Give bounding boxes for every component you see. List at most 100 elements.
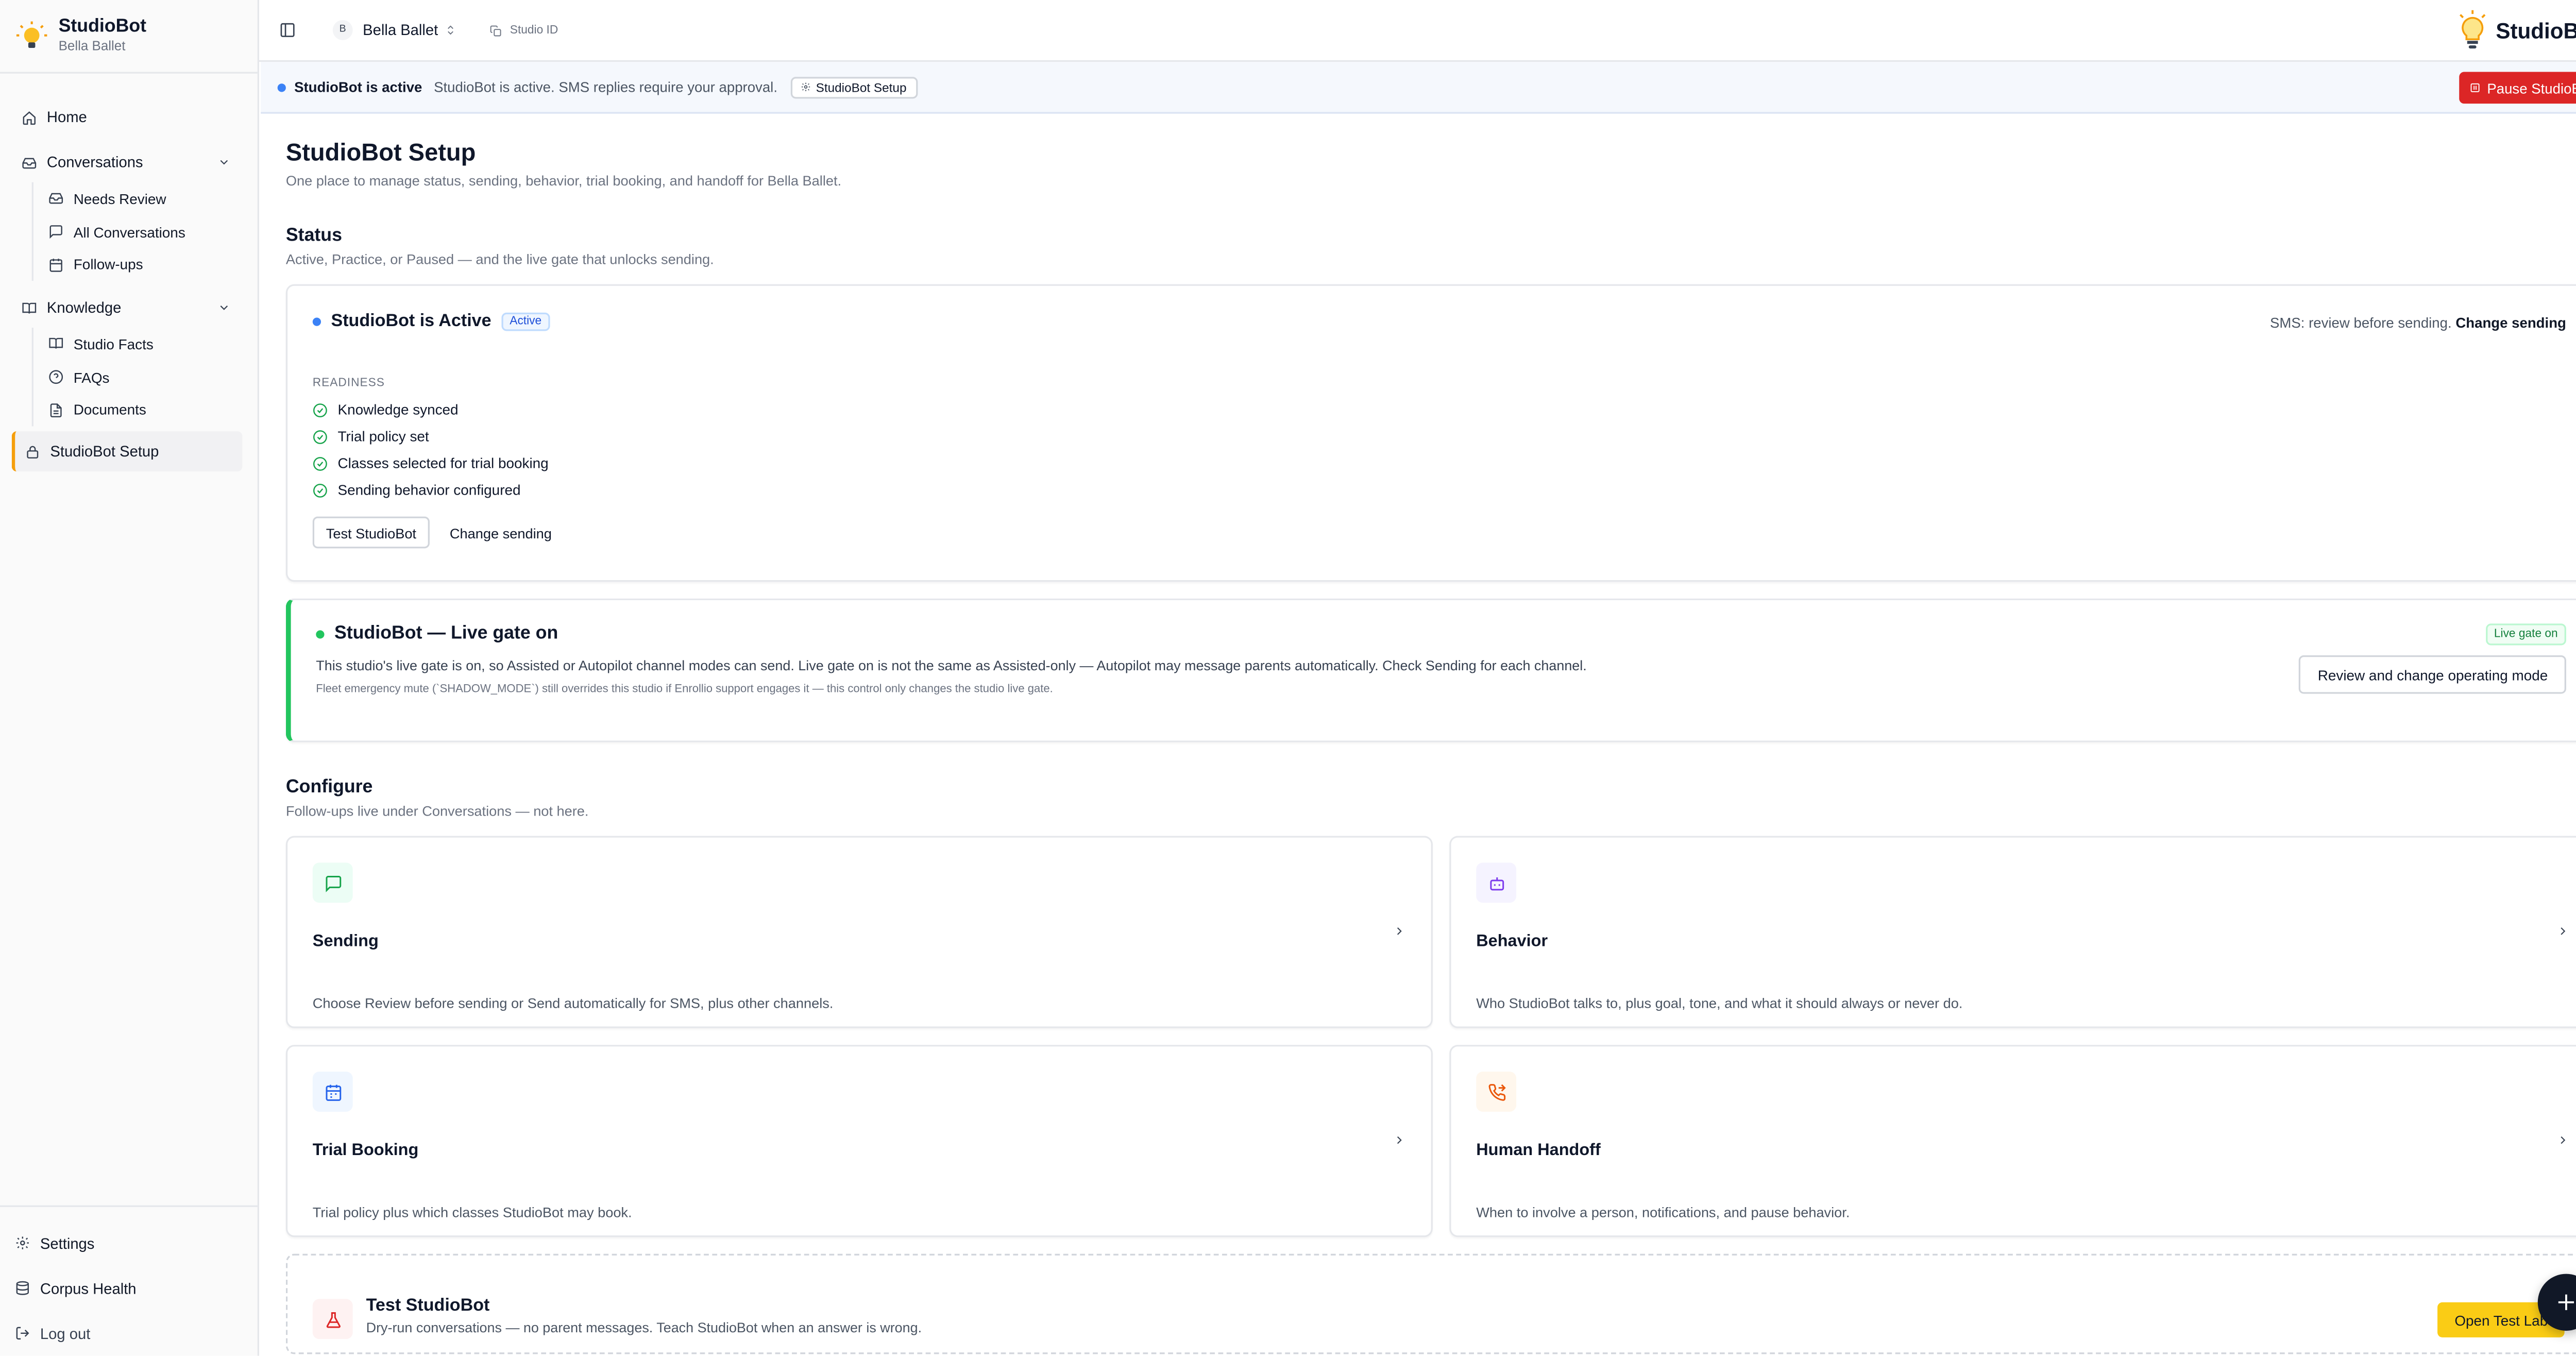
sidebar-toggle-icon[interactable] bbox=[279, 22, 296, 38]
pause-icon bbox=[2470, 83, 2479, 92]
chevron-right-icon bbox=[2561, 927, 2566, 935]
gear-icon bbox=[16, 1236, 29, 1249]
live-gate-card: StudioBot — Live gate on This studio's l… bbox=[285, 598, 2576, 742]
sidebar-item-faqs[interactable]: FAQs bbox=[48, 361, 258, 394]
review-operating-mode-button[interactable]: Review and change operating mode bbox=[2299, 655, 2566, 694]
live-gate-note: Fleet emergency mute (`SHADOW_MODE`) sti… bbox=[316, 684, 1053, 696]
sidebar-item-label: FAQs bbox=[73, 368, 110, 386]
page-subtitle: One place to manage status, sending, beh… bbox=[285, 172, 842, 189]
config-card-desc: Who StudioBot talks to, plus goal, tone,… bbox=[1476, 994, 1963, 1012]
test-icon-wrap bbox=[312, 1299, 353, 1340]
sidebar-item-all-conversations[interactable]: All Conversations bbox=[48, 215, 258, 248]
file-text-icon bbox=[50, 403, 62, 417]
banner-setup-link[interactable]: StudioBot Setup bbox=[790, 76, 919, 98]
sidebar-item-corpus-health[interactable]: Corpus Health bbox=[0, 1265, 259, 1311]
config-card-sending[interactable]: Sending Choose Review before sending or … bbox=[285, 836, 1433, 1028]
home-icon bbox=[23, 110, 36, 124]
banner-status: StudioBot is active bbox=[294, 78, 422, 95]
studio-id-button[interactable]: Studio ID bbox=[490, 24, 558, 36]
pause-button-label: Pause StudioBot bbox=[2487, 79, 2576, 96]
configure-subheading: Follow-ups live under Conversations — no… bbox=[285, 802, 589, 820]
sidebar-item-studiobot-setup[interactable]: StudioBot Setup bbox=[11, 431, 243, 472]
plus-icon bbox=[2558, 1294, 2574, 1310]
config-card-behavior[interactable]: Behavior Who StudioBot talks to, plus go… bbox=[1449, 836, 2576, 1028]
chevron-right-icon bbox=[2561, 1136, 2566, 1144]
config-card-trial-booking[interactable]: Trial Booking Trial policy plus which cl… bbox=[285, 1045, 1433, 1238]
chevron-right-icon bbox=[1397, 1136, 1402, 1144]
config-card-desc: When to involve a person, notifications,… bbox=[1476, 1204, 1850, 1221]
change-sending-button[interactable]: Change sending bbox=[450, 524, 552, 540]
sidebar-item-settings[interactable]: Settings bbox=[0, 1221, 259, 1266]
check-circle-icon bbox=[313, 402, 327, 417]
config-card-title: Sending bbox=[312, 933, 379, 952]
sidebar-item-label: Corpus Health bbox=[40, 1279, 137, 1297]
sidebar-footer: Settings Corpus Health Log out bbox=[0, 1205, 259, 1356]
sidebar-item-label: Home bbox=[46, 108, 87, 126]
avatar: B bbox=[332, 20, 353, 40]
config-icon-wrap bbox=[312, 862, 353, 903]
chevron-down-icon[interactable] bbox=[217, 301, 231, 314]
status-banner: StudioBot is active StudioBot is active.… bbox=[261, 62, 2576, 114]
test-studiobot-button[interactable]: Test StudioBot bbox=[312, 516, 430, 549]
sidebar-item-label: All Conversations bbox=[73, 223, 185, 240]
test-text: Test StudioBot Dry-run conversations — n… bbox=[366, 1296, 922, 1336]
studio-name: Bella Ballet bbox=[58, 38, 126, 54]
check-circle-icon bbox=[313, 429, 327, 444]
config-card-title: Human Handoff bbox=[1476, 1142, 1601, 1160]
sidebar-item-label: Studio Facts bbox=[73, 335, 154, 353]
readiness-item: Trial policy set bbox=[313, 423, 2566, 450]
readiness-item: Classes selected for trial booking bbox=[313, 450, 2566, 477]
config-card-title: Trial Booking bbox=[312, 1142, 419, 1160]
sidebar-item-home[interactable]: Home bbox=[0, 100, 258, 134]
status-badge: Active bbox=[501, 312, 550, 330]
calendar-icon bbox=[325, 1084, 341, 1100]
sidebar: StudioBot Bella Ballet Home Conversation… bbox=[0, 0, 259, 1356]
studio-switcher[interactable]: B Bella Ballet bbox=[332, 20, 456, 40]
config-icon-wrap bbox=[1476, 862, 1517, 903]
status-card-header: StudioBot is Active Active bbox=[312, 311, 2566, 331]
change-sending-link[interactable]: Change sending bbox=[2455, 314, 2566, 331]
sidebar-item-log-out[interactable]: Log out bbox=[0, 1311, 259, 1356]
phone-forward-icon bbox=[1487, 1083, 1505, 1100]
book-open-icon bbox=[22, 302, 37, 313]
app-name: StudioBot bbox=[58, 16, 147, 37]
config-icon-wrap bbox=[312, 1071, 353, 1112]
config-card-human-handoff[interactable]: Human Handoff When to involve a person, … bbox=[1449, 1045, 2576, 1238]
sidebar-group-conversations[interactable]: Conversations bbox=[0, 145, 258, 179]
flask-icon bbox=[326, 1311, 340, 1327]
banner-chip-label: StudioBot Setup bbox=[816, 79, 907, 95]
chevron-down-icon[interactable] bbox=[217, 156, 231, 169]
live-gate-description: This studio's live gate is on, so Assist… bbox=[316, 657, 1587, 674]
sidebar-brand[interactable]: StudioBot Bella Ballet bbox=[0, 0, 258, 74]
status-dot bbox=[312, 316, 321, 326]
check-circle-icon bbox=[313, 483, 327, 497]
status-subheading: Active, Practice, or Paused — and the li… bbox=[285, 250, 714, 268]
sidebar-item-label: Needs Review bbox=[73, 190, 166, 207]
sidebar-item-label: Follow-ups bbox=[73, 256, 143, 273]
conversations-subnav: Needs Review All Conversations Follow-up… bbox=[31, 182, 258, 281]
live-gate-badge: Live gate on bbox=[2485, 623, 2566, 646]
status-card: StudioBot is Active Active SMS: review b… bbox=[285, 284, 2576, 582]
sms-mode-summary: SMS: review before sending. Change sendi… bbox=[2270, 314, 2566, 331]
pause-studiobot-button[interactable]: Pause StudioBot bbox=[2459, 72, 2576, 104]
sidebar-item-label: Settings bbox=[40, 1234, 95, 1251]
live-gate-dot bbox=[316, 629, 325, 638]
sms-mode-text: SMS: review before sending. bbox=[2270, 314, 2452, 331]
sidebar-item-follow-ups[interactable]: Follow-ups bbox=[48, 248, 258, 281]
sidebar-item-label: Knowledge bbox=[46, 299, 122, 316]
message-square-icon bbox=[49, 225, 62, 239]
gear-icon bbox=[802, 82, 810, 91]
config-icon-wrap bbox=[1476, 1071, 1517, 1112]
readiness-item-label: Trial policy set bbox=[337, 428, 429, 445]
help-circle-icon bbox=[49, 370, 63, 384]
topbar: B Bella Ballet Studio ID StudioBot bbox=[259, 0, 2576, 62]
page-title: StudioBot Setup bbox=[285, 140, 476, 167]
sidebar-item-documents[interactable]: Documents bbox=[48, 394, 258, 427]
knowledge-subnav: Studio Facts FAQs Documents bbox=[31, 328, 258, 427]
configure-heading: Configure bbox=[285, 777, 373, 798]
live-gate-title: StudioBot — Live gate on bbox=[334, 623, 558, 644]
sidebar-item-studio-facts[interactable]: Studio Facts bbox=[48, 328, 258, 361]
configure-grid: Sending Choose Review before sending or … bbox=[285, 836, 2576, 1238]
sidebar-item-needs-review[interactable]: Needs Review bbox=[48, 182, 258, 215]
sidebar-group-knowledge[interactable]: Knowledge bbox=[0, 291, 258, 325]
